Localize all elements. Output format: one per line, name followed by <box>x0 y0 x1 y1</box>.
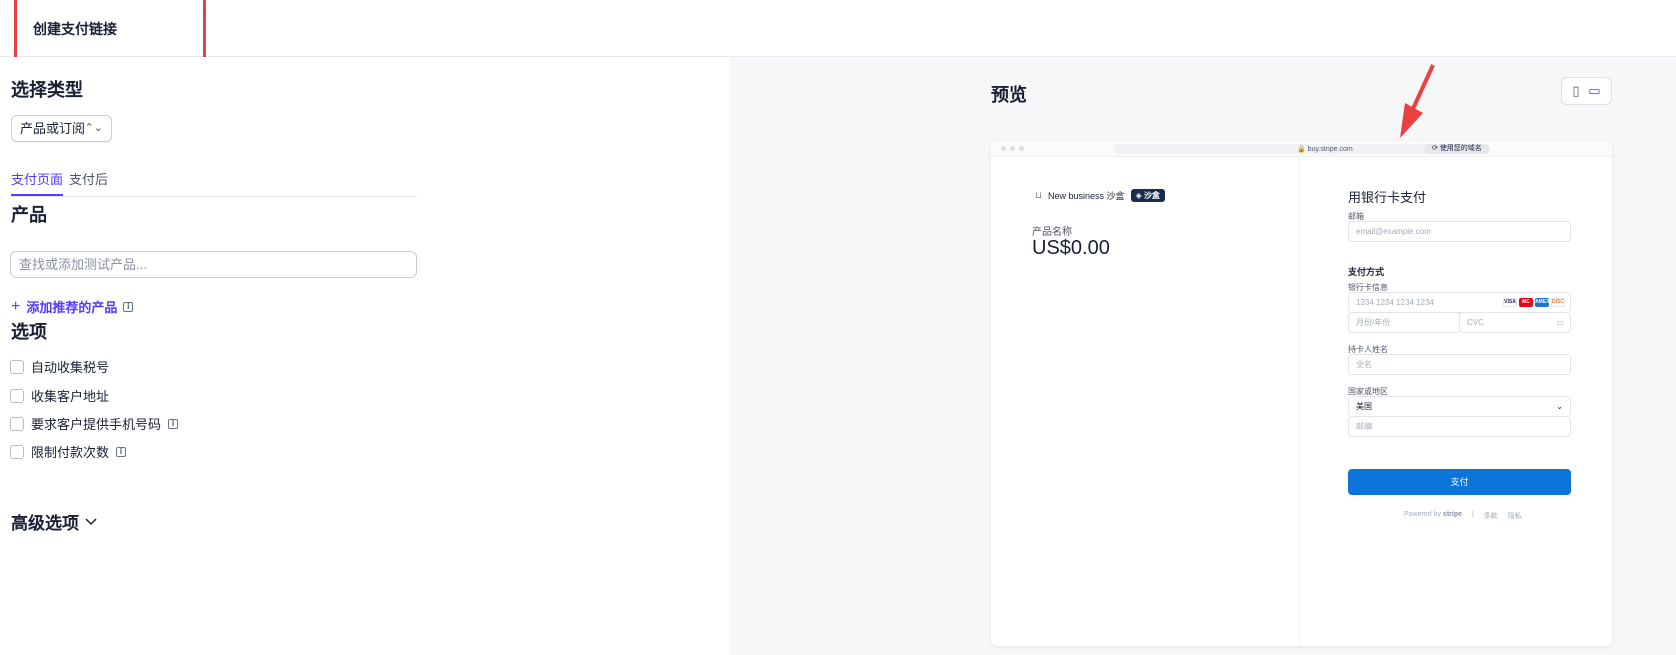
mastercard-icon: MC <box>1519 298 1533 307</box>
visa-icon: VISA <box>1503 298 1517 307</box>
card-number-field[interactable]: 1234 1234 1234 1234 VISA MC AMEX DISC <box>1348 292 1571 313</box>
chevron-down-icon <box>85 517 97 525</box>
business-header: ⊔ New business 沙盒 ◈ 沙盒 <box>1035 189 1165 202</box>
column-divider <box>1299 157 1300 646</box>
add-recommended-label: 添加推荐的产品 <box>26 300 118 315</box>
url-text: 🔒 buy.stripe.com <box>1297 146 1353 153</box>
checkout-footer: Powered by stripe | 条款 隐私 <box>1404 511 1522 521</box>
option-collect-tax-id[interactable]: 自动收集税号 <box>10 357 109 376</box>
advanced-options-label: 高级选项 <box>11 514 79 533</box>
store-icon: ⊔ <box>1035 190 1043 200</box>
expiry-field[interactable]: 月份/年份 <box>1348 312 1460 333</box>
device-toggle: ▯ ▭ <box>1561 77 1612 105</box>
add-recommended-product-link[interactable]: + 添加推荐的产品 i <box>11 297 134 316</box>
checkbox[interactable] <box>10 416 24 431</box>
sandbox-badge: ◈ 沙盒 <box>1130 189 1165 202</box>
info-icon[interactable]: i <box>123 301 134 312</box>
powered-by: Powered by stripe <box>1404 511 1462 518</box>
option-label: 限制付款次数 <box>31 445 110 460</box>
chevron-updown-icon: ⌃⌄ <box>84 122 104 134</box>
option-label: 收集客户地址 <box>31 389 110 404</box>
info-icon[interactable]: i <box>116 446 127 457</box>
discover-icon: DISC <box>1551 298 1565 307</box>
preview-panel: 预览 ▯ ▭ 🔒 buy.stripe.com ⟳ 使用您的域名 ⊔ New b… <box>730 57 1676 655</box>
chevron-down-icon: ⌄ <box>1556 402 1563 411</box>
product-search-input[interactable] <box>10 251 417 278</box>
mobile-icon[interactable]: ▯ <box>1572 83 1579 99</box>
product-name-label: 产品名称 <box>1032 227 1072 238</box>
page-title: 创建支付链接 <box>33 21 117 37</box>
type-select-value: 产品或订阅 <box>20 121 86 136</box>
tab-after-payment[interactable]: 支付后 <box>69 169 108 194</box>
option-label: 要求客户提供手机号码 <box>31 417 162 432</box>
pay-button[interactable]: 支付 <box>1348 469 1571 495</box>
checkbox[interactable] <box>10 359 24 374</box>
advanced-options-toggle[interactable]: 高级选项 <box>11 509 97 534</box>
postal-field[interactable]: 邮编 <box>1348 416 1571 437</box>
product-heading: 产品 <box>11 205 47 225</box>
cvc-card-icon: ▭ <box>1556 318 1564 327</box>
privacy-link[interactable]: 隐私 <box>1508 511 1522 521</box>
annotation-arrow-icon <box>1400 64 1435 138</box>
email-field[interactable]: email@example.com <box>1348 221 1571 242</box>
country-select[interactable]: 美国 ⌄ <box>1348 396 1571 417</box>
browser-chrome: 🔒 buy.stripe.com ⟳ 使用您的域名 <box>991 141 1612 157</box>
option-collect-address[interactable]: 收集客户地址 <box>10 386 109 405</box>
use-domain-chip[interactable]: ⟳ 使用您的域名 <box>1424 144 1490 154</box>
options-heading: 选项 <box>11 322 47 342</box>
checkbox[interactable] <box>10 388 24 403</box>
select-type-heading: 选择类型 <box>11 80 83 100</box>
desktop-icon[interactable]: ▭ <box>1588 83 1600 99</box>
pay-with-card-title: 用银行卡支付 <box>1348 190 1427 205</box>
amex-icon: AMEX <box>1535 298 1550 307</box>
card-brands: VISA MC AMEX DISC <box>1503 298 1565 307</box>
option-require-phone[interactable]: 要求客户提供手机号码 i <box>10 414 179 433</box>
checkbox[interactable] <box>10 444 24 459</box>
preview-title: 预览 <box>991 85 1027 105</box>
config-panel: 选择类型 产品或订阅 ⌃⌄ 支付页面 支付后 产品 + 添加推荐的产品 i 选项… <box>0 57 730 655</box>
cardholder-field[interactable]: 全名 <box>1348 354 1571 375</box>
window-dots <box>1001 146 1024 151</box>
price: US$0.00 <box>1032 237 1110 259</box>
tab-payment-page[interactable]: 支付页面 <box>11 169 64 196</box>
cvc-field[interactable]: CVC ▭ <box>1459 312 1571 333</box>
terms-link[interactable]: 条款 <box>1484 511 1498 521</box>
payment-method-heading: 支付方式 <box>1348 267 1385 277</box>
option-label: 自动收集税号 <box>31 360 110 375</box>
footer-sep: | <box>1471 511 1474 518</box>
option-limit-payments[interactable]: 限制付款次数 i <box>10 442 127 461</box>
tab-bar: 支付页面 支付后 <box>11 169 417 197</box>
type-select[interactable]: 产品或订阅 ⌃⌄ <box>11 115 113 142</box>
plus-icon: + <box>11 297 21 315</box>
checkout-preview-frame: 🔒 buy.stripe.com ⟳ 使用您的域名 ⊔ New business… <box>991 141 1612 646</box>
top-bar: 创建支付链接 <box>0 0 1676 57</box>
info-icon[interactable]: i <box>168 418 179 429</box>
business-name: New business 沙盒 <box>1048 191 1125 201</box>
